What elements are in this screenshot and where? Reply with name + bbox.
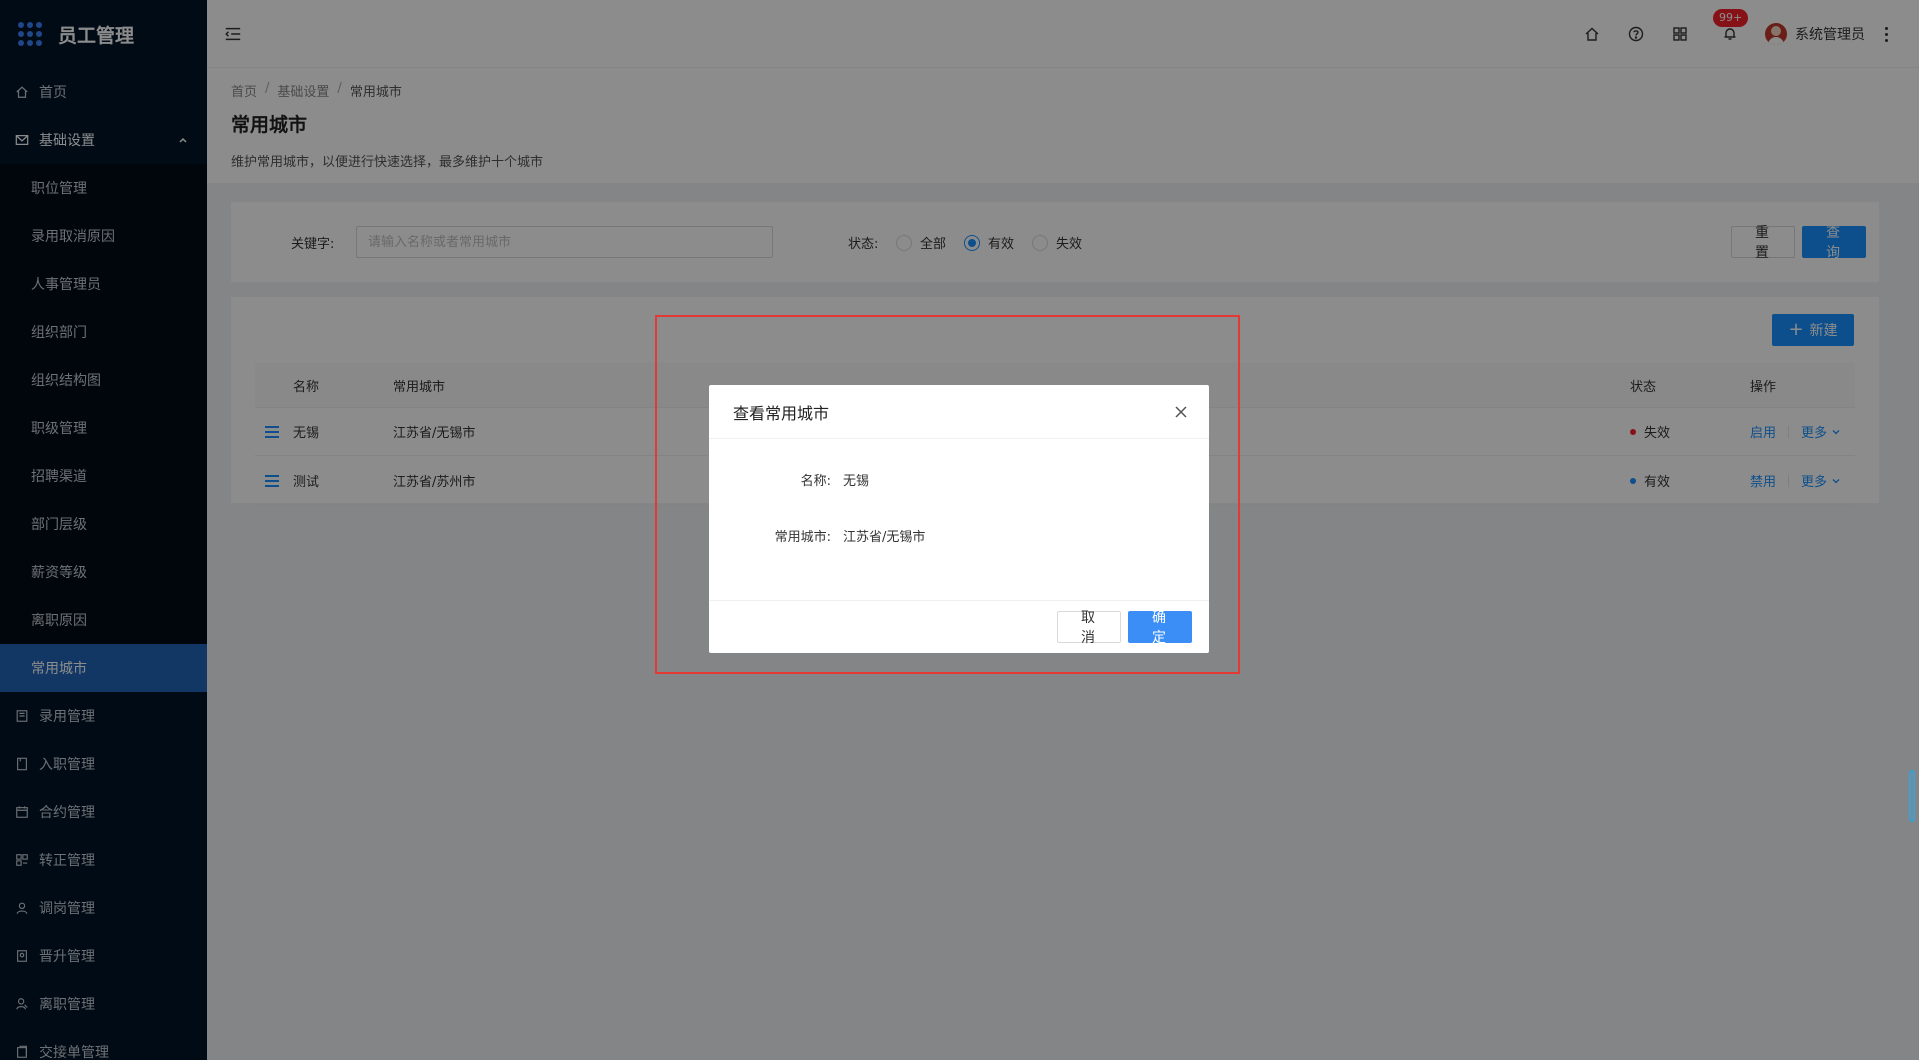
close-icon[interactable] bbox=[1173, 404, 1189, 420]
modal-city-value: 江苏省/无锡市 bbox=[843, 530, 926, 545]
modal-city-label: 常用城市: bbox=[774, 530, 831, 545]
modal-body: 名称: 无锡 常用城市: 江苏省/无锡市 bbox=[709, 439, 1209, 600]
scrollbar-handle[interactable] bbox=[1909, 770, 1915, 822]
cancel-button[interactable]: 取消 bbox=[1057, 610, 1121, 646]
confirm-button[interactable]: 确定 bbox=[1128, 610, 1192, 646]
modal-header: 查看常用城市 bbox=[709, 385, 1209, 439]
modal-city-row: 常用城市: 江苏省/无锡市 bbox=[709, 526, 1209, 545]
view-city-modal: 查看常用城市 名称: 无锡 常用城市: 江苏省/无锡市 取消 确定 bbox=[709, 385, 1209, 653]
modal-footer: 取消 确定 bbox=[709, 600, 1209, 653]
modal-name-row: 名称: 无锡 bbox=[709, 470, 1209, 489]
modal-name-value: 无锡 bbox=[843, 474, 870, 489]
modal-title: 查看常用城市 bbox=[733, 403, 830, 423]
modal-name-label: 名称: bbox=[800, 474, 831, 489]
